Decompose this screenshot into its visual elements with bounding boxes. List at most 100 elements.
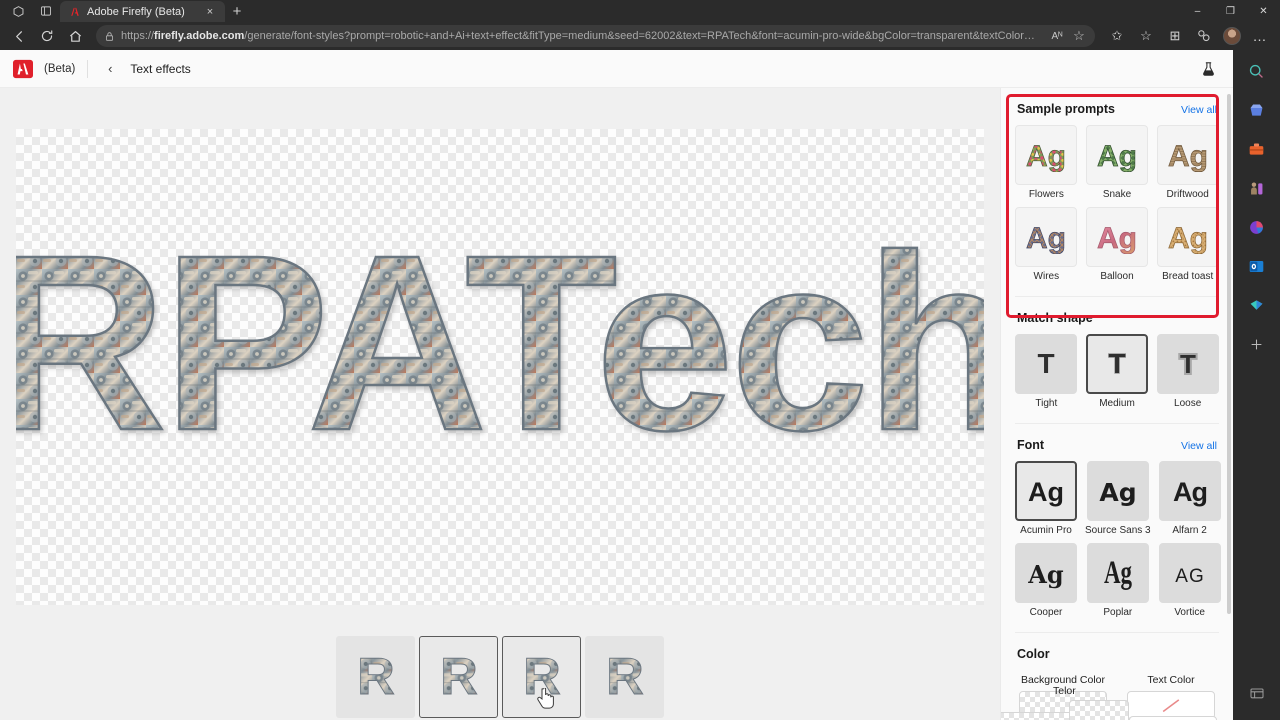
sample-prompt-bread-toast[interactable]: Ag Bread toast — [1156, 207, 1219, 282]
section-title: Sample prompts — [1017, 102, 1115, 116]
svg-text:RPATech: RPATech — [16, 217, 984, 482]
sample-prompt-thumb[interactable]: Ag — [1085, 125, 1148, 185]
sample-prompt-thumb[interactable]: Ag — [1015, 125, 1078, 185]
sample-prompt-label: Bread toast — [1162, 271, 1214, 282]
split-screen-icon[interactable]: ⊞ — [1161, 24, 1189, 48]
sample-prompt-driftwood[interactable]: Ag Driftwood — [1156, 125, 1219, 200]
font-thumb[interactable]: Ag — [1086, 543, 1149, 603]
variant-thumbnail-2[interactable]: R — [419, 636, 498, 718]
reload-button[interactable] — [34, 24, 60, 48]
font-alfarn-2[interactable]: Ag Alfarn 2 — [1158, 461, 1221, 536]
adobe-firefly-logo[interactable] — [12, 59, 34, 79]
sample-prompts-view-all[interactable]: View all — [1181, 104, 1217, 116]
generated-text-artwork[interactable]: RPATech — [16, 129, 984, 605]
close-icon[interactable]: × — [203, 5, 217, 19]
sample-prompt-thumb[interactable]: Ag — [1015, 207, 1078, 267]
sample-prompt-wires[interactable]: Ag Wires — [1015, 207, 1078, 282]
outlook-icon[interactable] — [1244, 253, 1270, 279]
t-glyph-icon: T — [1178, 347, 1198, 381]
minimize-button[interactable]: – — [1181, 0, 1214, 22]
svg-text:T: T — [1180, 349, 1196, 379]
svg-text:Ag: Ag — [1168, 222, 1208, 254]
read-aloud-icon[interactable]: Aᴺ — [1047, 26, 1067, 46]
flask-icon[interactable] — [1195, 57, 1221, 81]
back-button[interactable] — [6, 24, 32, 48]
office-icon[interactable] — [1244, 214, 1270, 240]
text-color-swatch[interactable] — [1127, 691, 1215, 719]
address-bar[interactable]: https://firefly.adobe.com/generate/font-… — [96, 25, 1095, 47]
font-thumb[interactable]: AG — [1158, 543, 1221, 603]
sample-prompt-flowers[interactable]: Ag Flowers — [1015, 125, 1078, 200]
font-label: Alfarn 2 — [1172, 525, 1207, 536]
settings-sidebar: Sample prompts View all Ag Flowers Ag Sn… — [1000, 88, 1233, 720]
sample-prompt-thumb[interactable]: Ag — [1085, 207, 1148, 267]
section-title: Color — [1017, 647, 1050, 661]
new-tab-button[interactable]: + — [225, 1, 249, 22]
variant-thumbnail-3[interactable]: R — [502, 636, 581, 718]
close-window-button[interactable]: ✕ — [1247, 0, 1280, 22]
match-shape-medium[interactable]: T Medium — [1085, 334, 1149, 409]
font-label: Poplar — [1103, 607, 1133, 618]
font-poplar[interactable]: Ag Poplar — [1085, 543, 1151, 618]
home-button[interactable] — [62, 24, 88, 48]
font-label: Acumin Pro — [1020, 525, 1072, 536]
svg-text:Ag: Ag — [1173, 477, 1207, 507]
font-view-all[interactable]: View all — [1181, 440, 1217, 452]
variant-thumbnail-4[interactable]: R — [585, 636, 664, 718]
font-source-sans-3[interactable]: Ag Source Sans 3 — [1085, 461, 1151, 536]
match-shape-tight[interactable]: T Tight — [1015, 334, 1078, 409]
color-row: Background Color Text Color — [1015, 670, 1219, 719]
match-shape-header: Match shape — [1015, 311, 1219, 334]
sample-prompt-thumb[interactable]: Ag — [1156, 125, 1219, 185]
sample-prompt-thumb[interactable]: Ag — [1156, 207, 1219, 267]
tab-actions-icon[interactable] — [4, 0, 32, 22]
variant-thumbnail-1[interactable]: R — [336, 636, 415, 718]
artwork-svg: RPATech — [16, 217, 984, 483]
font-thumb[interactable]: Ag — [1015, 543, 1077, 603]
variant-glyph: R — [605, 647, 644, 706]
shopping-bag-icon[interactable] — [1244, 97, 1270, 123]
font-grid: Ag Acumin Pro Ag Source Sans 3 Ag Alfarn… — [1015, 461, 1221, 618]
font-label: Vortice — [1174, 607, 1205, 618]
games-icon[interactable] — [1244, 175, 1270, 201]
svg-text:Ag: Ag — [1027, 560, 1064, 589]
browser-titlebar: Adobe Firefly (Beta) × + – ❐ ✕ — [0, 0, 1280, 22]
avatar[interactable] — [1223, 27, 1241, 45]
font-acumin-pro[interactable]: Ag Acumin Pro — [1015, 461, 1077, 536]
font-thumb[interactable]: Ag — [1086, 461, 1149, 521]
sample-prompt-balloon[interactable]: Ag Balloon — [1085, 207, 1149, 282]
font-thumb[interactable]: Ag — [1158, 461, 1221, 521]
font-label: Source Sans 3 — [1085, 525, 1151, 536]
match-shape-thumb[interactable]: T — [1015, 334, 1078, 394]
page-viewport: (Beta) ‹ Text effects RPATech R R R R Sa… — [0, 50, 1233, 720]
variant-thumbnails: R R R R — [0, 636, 1000, 718]
ag-glyph-icon: AG — [1175, 566, 1203, 587]
svg-text:Ag: Ag — [1026, 222, 1066, 254]
background-color-swatch[interactable] — [1019, 691, 1107, 719]
vertical-tabs-icon[interactable] — [32, 0, 60, 22]
match-shape-grid: T Tight T Medium T Loose — [1015, 334, 1219, 409]
search-icon[interactable] — [1244, 58, 1270, 84]
customize-sidebar-icon[interactable] — [1244, 680, 1270, 706]
match-shape-thumb[interactable]: T — [1156, 334, 1219, 394]
extensions-icon[interactable] — [1190, 24, 1218, 48]
match-shape-loose[interactable]: T Loose — [1156, 334, 1219, 409]
match-shape-thumb[interactable]: T — [1085, 334, 1148, 394]
breadcrumb: Text effects — [130, 61, 191, 76]
favorites-bar-icon[interactable]: ☆ — [1132, 24, 1160, 48]
font-cooper[interactable]: Ag Cooper — [1015, 543, 1077, 618]
maximize-button[interactable]: ❐ — [1214, 0, 1247, 22]
sample-prompt-snake[interactable]: Ag Snake — [1085, 125, 1149, 200]
back-chevron-icon[interactable]: ‹ — [100, 59, 120, 79]
copilot-icon[interactable]: ✩ — [1103, 24, 1131, 48]
tools-icon[interactable] — [1244, 136, 1270, 162]
gems-icon[interactable] — [1244, 292, 1270, 318]
font-thumb[interactable]: Ag — [1015, 461, 1077, 521]
browser-tab-firefly[interactable]: Adobe Firefly (Beta) × — [60, 1, 225, 22]
match-shape-label: Medium — [1099, 398, 1135, 409]
font-vortice[interactable]: AG Vortice — [1158, 543, 1221, 618]
favorite-star-icon[interactable]: ☆ — [1069, 26, 1089, 46]
more-options-icon[interactable]: … — [1246, 24, 1274, 48]
add-icon[interactable] — [1244, 331, 1270, 357]
section-sample-prompts: Sample prompts View all Ag Flowers Ag Sn… — [1015, 88, 1219, 282]
